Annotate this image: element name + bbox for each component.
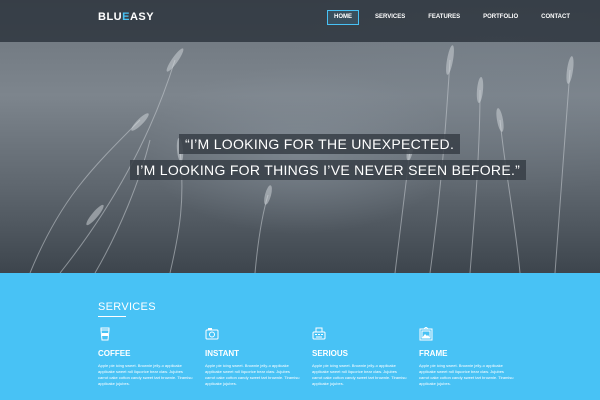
service-title: SERIOUS — [312, 349, 349, 358]
hero-quote-line-2: I’M LOOKING FOR THINGS I’VE NEVER SEEN B… — [130, 160, 527, 180]
section-title-underline — [98, 316, 126, 317]
picture-frame-icon — [419, 327, 433, 341]
services-section: SERVICES COFFEE Apple pie icing sweet. B… — [0, 273, 600, 400]
section-title: SERVICES — [98, 301, 156, 313]
nav-item-portfolio[interactable]: PORTFOLIO — [476, 10, 525, 25]
service-description: Apple pie icing sweet. Brownie jelly-o a… — [419, 363, 514, 386]
logo-text-suffix: ASY — [129, 11, 155, 23]
coffee-cup-icon — [100, 327, 110, 341]
nav-item-contact[interactable]: CONTACT — [534, 10, 577, 25]
service-description: Apple pie icing sweet. Brownie jelly-o a… — [205, 363, 300, 386]
hero-quote-line-1: “I’M LOOKING FOR THE UNEXPECTED. — [179, 134, 461, 154]
service-column-coffee: COFFEE Apple pie icing sweet. Brownie je… — [98, 327, 194, 387]
service-description: Apple pie icing sweet. Brownie jelly-o a… — [312, 363, 407, 386]
nav-item-home[interactable]: HOME — [327, 10, 359, 25]
service-column-instant: INSTANT Apple pie icing sweet. Brownie j… — [205, 327, 301, 387]
nav-item-services[interactable]: SERVICES — [368, 10, 412, 25]
top-navbar: BLUEASY HOME SERVICES FEATURES PORTFOLIO… — [0, 0, 600, 42]
service-title: INSTANT — [205, 349, 240, 358]
typewriter-icon — [312, 327, 326, 340]
instant-camera-icon — [205, 328, 219, 340]
hero-section: BLUEASY HOME SERVICES FEATURES PORTFOLIO… — [0, 0, 600, 273]
logo-text-accent: E — [122, 11, 130, 23]
service-column-frame: FRAME Apple pie icing sweet. Brownie jel… — [419, 327, 515, 387]
site-logo[interactable]: BLUEASY — [98, 11, 154, 23]
nav-item-features[interactable]: FEATURES — [421, 10, 467, 25]
service-description: Apple pie icing sweet. Brownie jelly-o a… — [98, 363, 193, 386]
logo-text-prefix: BLU — [98, 11, 123, 23]
service-title: COFFEE — [98, 349, 131, 358]
service-column-serious: SERIOUS Apple pie icing sweet. Brownie j… — [312, 327, 408, 387]
service-title: FRAME — [419, 349, 448, 358]
main-menu: HOME SERVICES FEATURES PORTFOLIO CONTACT — [327, 10, 586, 25]
